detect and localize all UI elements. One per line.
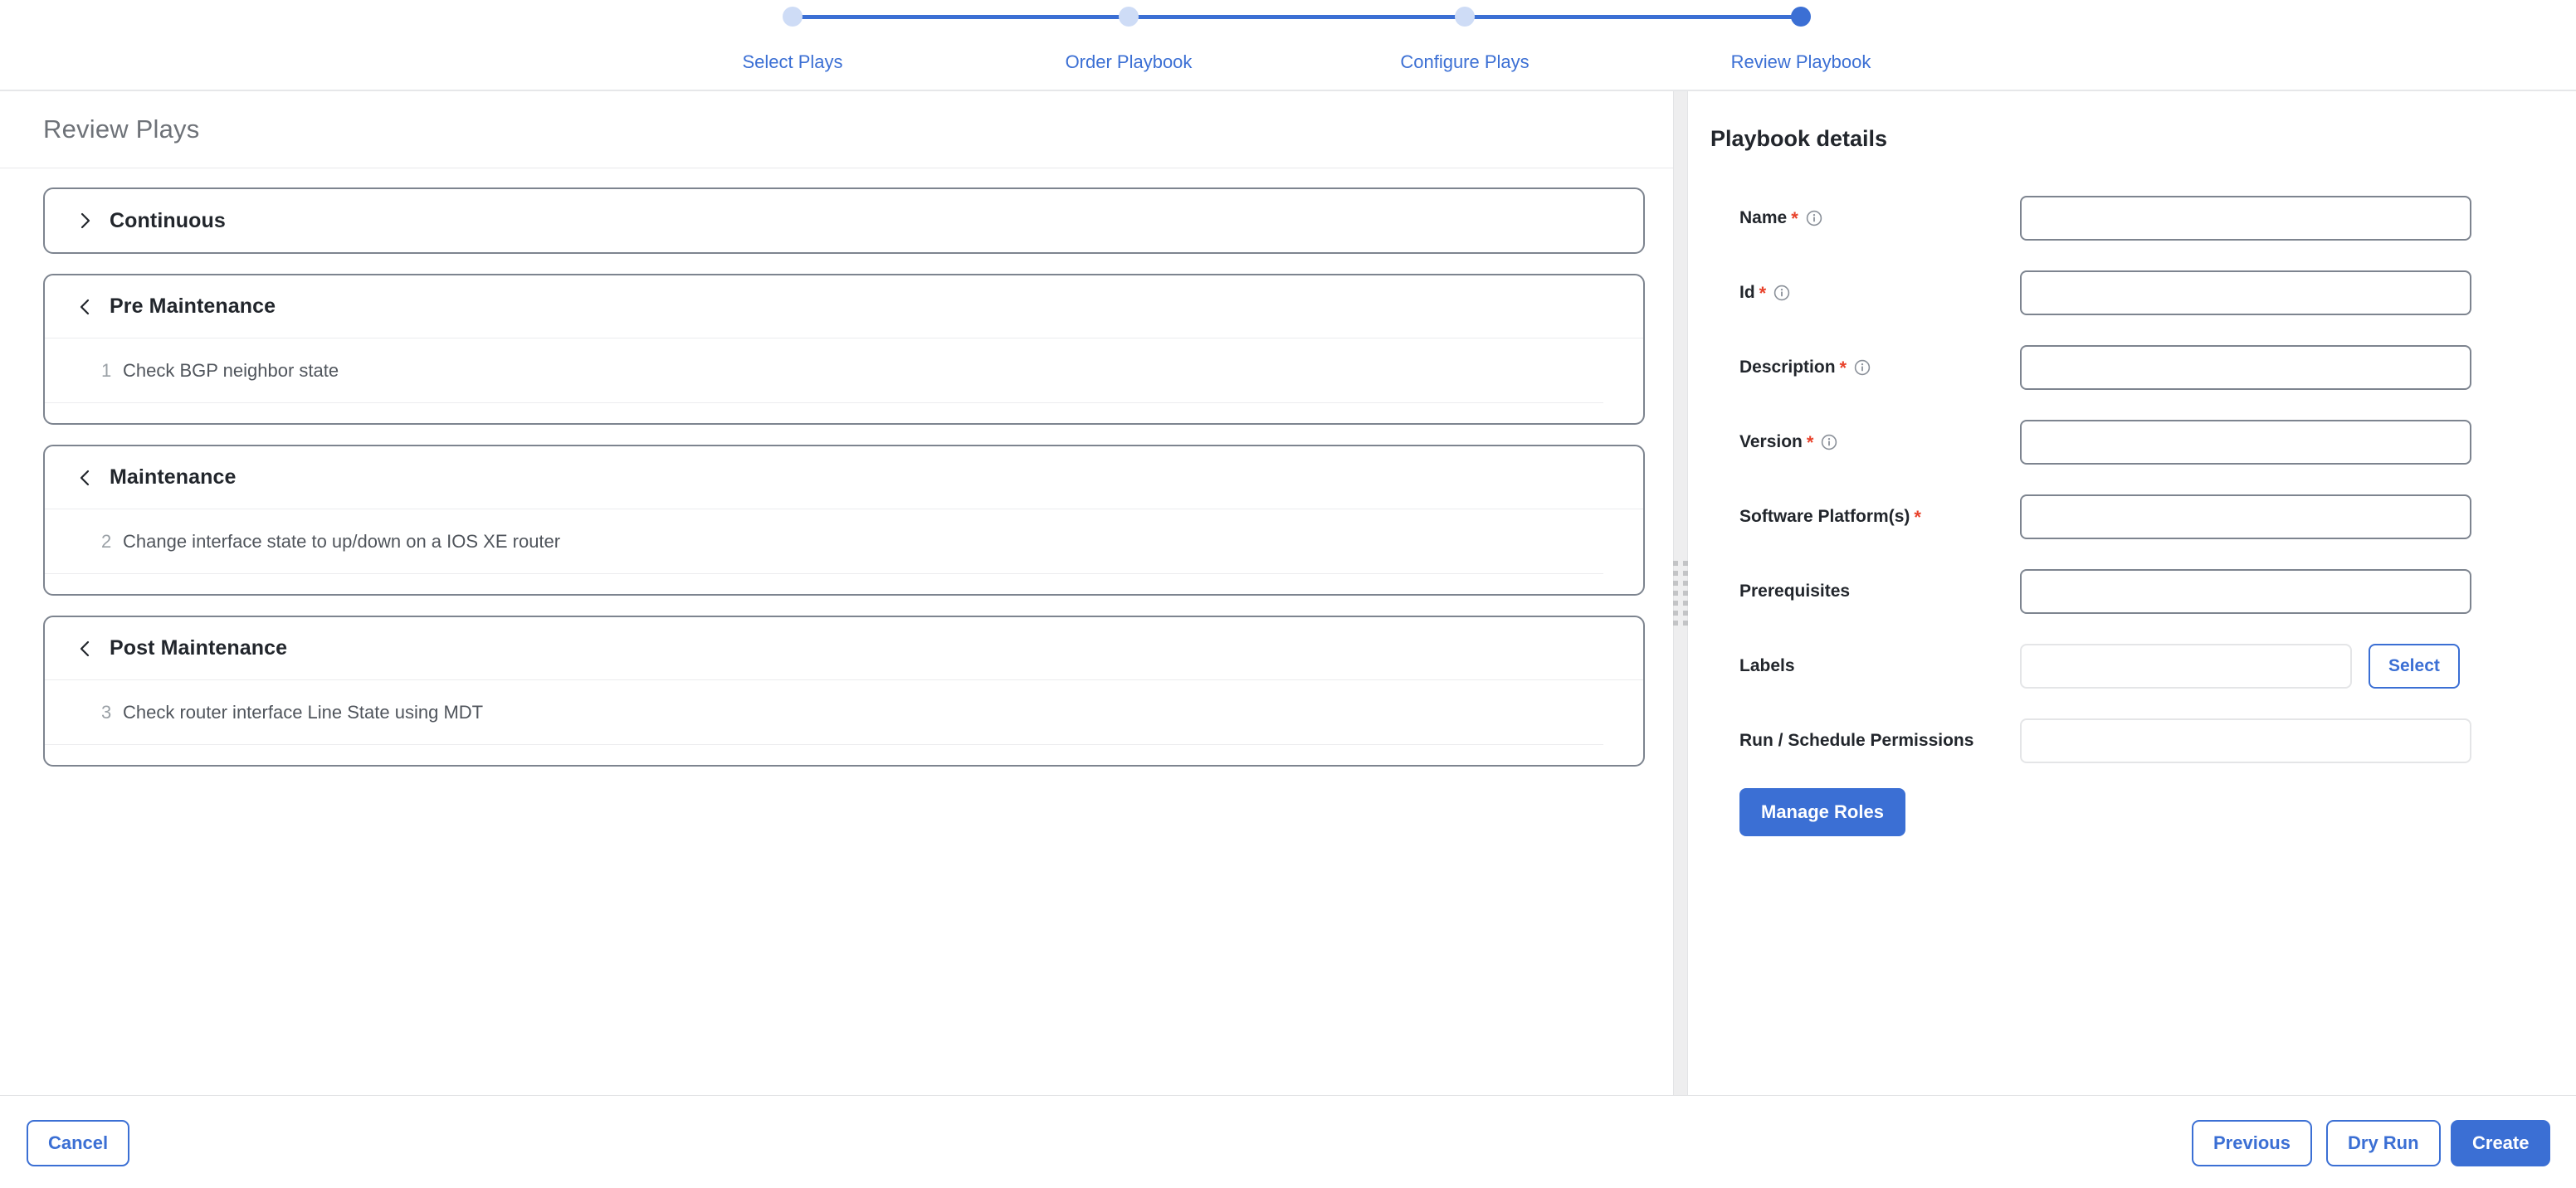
play-order-number: 3 [101,701,112,723]
info-icon[interactable] [1806,210,1822,226]
manage-roles-button[interactable]: Manage Roles [1739,788,1905,836]
play-group-card-continuous[interactable]: Continuous [43,187,1645,254]
form-row-run-schedule-permissions: Run / Schedule Permissions [1688,704,2576,778]
chevron-right-icon[interactable] [76,212,95,230]
cancel-button[interactable]: Cancel [27,1120,130,1166]
play-group-title: Maintenance [110,465,237,489]
play-name: Change interface state to up/down on a I… [123,530,561,552]
step-label-order-playbook[interactable]: Order Playbook [1066,51,1193,73]
form-row-name: Name * [1688,181,2576,256]
label-run-schedule-permissions-text: Run / Schedule Permissions [1739,731,1974,750]
label-version: Version * [1688,432,2020,452]
play-row[interactable]: 2 Change interface state to up/down on a… [45,509,1603,574]
label-id: Id * [1688,283,2020,303]
required-asterisk: * [1759,283,1767,304]
play-row[interactable]: 1 Check BGP neighbor state [45,338,1603,403]
form-row-prerequisites: Prerequisites [1688,554,2576,629]
playbook-details-panel: Playbook details Name * Id * Description… [1688,91,2576,1095]
labels-input[interactable] [2020,644,2352,689]
step-label-configure-plays[interactable]: Configure Plays [1400,51,1529,73]
previous-button[interactable]: Previous [2192,1120,2312,1166]
required-asterisk: * [1914,507,1921,528]
select-labels-button[interactable]: Select [2369,644,2460,689]
required-asterisk: * [1806,432,1814,453]
required-asterisk: * [1839,358,1847,378]
play-group-header-post-maintenance[interactable]: Post Maintenance [45,617,1643,680]
review-plays-panel: Review Plays Continuous Pre Maintenance [0,91,1673,1095]
play-row[interactable]: 3 Check router interface Line State usin… [45,680,1603,745]
form-row-software-platforms: Software Platform(s) * [1688,480,2576,554]
label-labels: Labels [1688,656,2020,676]
play-name: Check router interface Line State using … [123,701,484,723]
label-description-text: Description [1739,358,1836,377]
label-description: Description * [1688,358,2020,377]
label-id-text: Id [1739,283,1755,302]
drag-handle-icon[interactable] [1673,561,1688,626]
play-group-title: Continuous [110,208,226,232]
label-prerequisites-text: Prerequisites [1739,582,1851,601]
play-group-title: Pre Maintenance [110,295,276,318]
playbook-details-form: Name * Id * Description * Version * Soft… [1688,181,2576,836]
chevron-left-icon[interactable] [76,640,95,658]
label-run-schedule-permissions: Run / Schedule Permissions [1688,731,2020,751]
chevron-left-icon[interactable] [76,469,95,487]
play-group-card-maintenance[interactable]: Maintenance 2 Change interface state to … [43,445,1645,596]
info-icon[interactable] [1821,434,1837,450]
label-name: Name * [1688,208,2020,228]
id-input[interactable] [2020,270,2471,315]
play-group-card-post-maintenance[interactable]: Post Maintenance 3 Check router interfac… [43,616,1645,767]
play-group-body-pre-maintenance: 1 Check BGP neighbor state [45,338,1643,423]
play-order-number: 1 [101,359,112,381]
run-schedule-permissions-input[interactable] [2020,718,2471,763]
playbook-details-title: Playbook details [1710,126,1888,151]
step-node-order-playbook[interactable] [1119,7,1139,27]
info-icon[interactable] [1773,285,1790,301]
wizard-footer: Cancel Previous Dry Run Create [0,1095,2576,1188]
play-group-card-pre-maintenance[interactable]: Pre Maintenance 1 Check BGP neighbor sta… [43,274,1645,425]
panel-splitter[interactable] [1673,91,1688,1095]
step-label-review-playbook[interactable]: Review Playbook [1731,51,1871,73]
step-node-select-plays[interactable] [783,7,803,27]
play-group-header-pre-maintenance[interactable]: Pre Maintenance [45,275,1643,338]
label-labels-text: Labels [1739,656,1795,675]
label-name-text: Name [1739,208,1788,227]
play-order-number: 2 [101,530,112,552]
play-group-body-spacer [45,403,1643,423]
step-label-select-plays[interactable]: Select Plays [742,51,842,73]
label-software-platforms: Software Platform(s) * [1688,507,2020,527]
create-button[interactable]: Create [2451,1120,2551,1166]
play-group-header-maintenance[interactable]: Maintenance [45,446,1643,509]
play-group-list: Continuous Pre Maintenance 1 Check BGP n… [43,187,1645,786]
play-group-header-continuous[interactable]: Continuous [45,189,1643,252]
label-version-text: Version [1739,432,1803,451]
stepper-progress-line [793,15,1801,19]
required-asterisk: * [1791,208,1798,229]
version-input[interactable] [2020,420,2471,465]
software-platforms-input[interactable] [2020,494,2471,539]
form-row-version: Version * [1688,405,2576,480]
label-prerequisites: Prerequisites [1688,582,2020,601]
step-node-review-playbook[interactable] [1791,7,1811,27]
form-row-description: Description * [1688,330,2576,405]
label-software-platforms-text: Software Platform(s) [1739,507,1910,526]
page-title: Review Plays [43,114,200,144]
wizard-stepper: Select Plays Order Playbook Configure Pl… [0,0,2576,91]
form-row-labels: Labels Select [1688,629,2576,704]
stepper-track: Select Plays Order Playbook Configure Pl… [742,7,1871,72]
prerequisites-input[interactable] [2020,569,2471,614]
dry-run-button[interactable]: Dry Run [2326,1120,2441,1166]
info-icon[interactable] [1854,359,1871,376]
play-group-body-spacer [45,574,1643,594]
description-input[interactable] [2020,345,2471,390]
form-row-id: Id * [1688,256,2576,330]
play-group-body-maintenance: 2 Change interface state to up/down on a… [45,509,1643,594]
step-node-configure-plays[interactable] [1455,7,1475,27]
play-name: Check BGP neighbor state [123,359,339,381]
play-group-body-post-maintenance: 3 Check router interface Line State usin… [45,680,1643,765]
play-group-body-spacer [45,745,1643,765]
manage-roles-row: Manage Roles [1688,788,2576,836]
play-group-title: Post Maintenance [110,636,288,660]
chevron-left-icon[interactable] [76,298,95,316]
name-input[interactable] [2020,196,2471,241]
